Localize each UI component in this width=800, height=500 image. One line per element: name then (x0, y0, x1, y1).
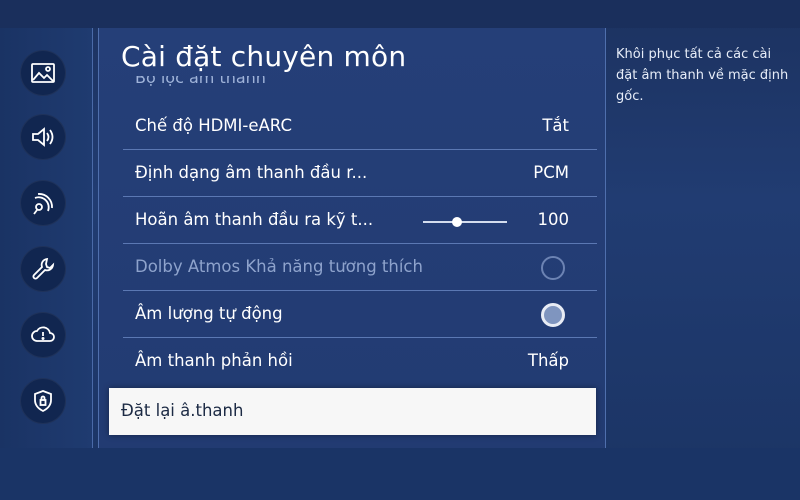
menu-item-label: Dolby Atmos Khả năng tương thích (135, 257, 423, 276)
broadcasting-icon[interactable] (20, 180, 66, 226)
bottom-band (0, 448, 800, 500)
cloud-support-icon[interactable] (20, 312, 66, 358)
menu-item-label: Đặt lại â.thanh (121, 401, 244, 420)
slider-knob[interactable] (451, 217, 462, 227)
top-band (0, 0, 800, 28)
auto-volume-toggle[interactable] (541, 303, 565, 327)
menu-item-label: Hoãn âm thanh đầu ra kỹ t... (135, 210, 374, 229)
menu-item-reset-sound[interactable]: Đặt lại â.thanh (109, 388, 596, 435)
help-description: Khôi phục tất cả các cài đặt âm thanh về… (616, 47, 789, 104)
menu-item-value: Thấp (527, 351, 569, 370)
menu-item-dolby-atmos: Dolby Atmos Khả năng tương thích (123, 245, 597, 291)
tv-settings-screen: Cài đặt chuyên môn Bộ lọc âm thanh Chế đ… (0, 0, 800, 500)
menu-item-value: Tắt (542, 116, 569, 135)
menu-item-sound-feedback[interactable]: Âm thanh phản hồi Thấp (123, 339, 597, 385)
menu-item-audio-format[interactable]: Định dạng âm thanh đầu r... PCM (123, 151, 597, 197)
partial-menu-item: Bộ lọc âm thanh (135, 76, 266, 87)
sound-icon[interactable] (20, 114, 66, 160)
wrench-icon[interactable] (20, 246, 66, 292)
menu-item-label: Chế độ HDMI-eARC (135, 116, 292, 135)
menu-item-label: Âm thanh phản hồi (135, 351, 293, 370)
menu-item-auto-volume[interactable]: Âm lượng tự động (123, 292, 597, 338)
menu-item-value: 100 (537, 210, 570, 229)
menu-item-label: Định dạng âm thanh đầu r... (135, 163, 368, 182)
settings-sidebar (0, 28, 93, 448)
dolby-atmos-toggle (541, 256, 565, 280)
menu-item-hdmi-earc[interactable]: Chế độ HDMI-eARC Tắt (123, 104, 597, 150)
menu-item-audio-delay[interactable]: Hoãn âm thanh đầu ra kỹ t... 100 (123, 198, 597, 244)
audio-delay-slider[interactable] (423, 217, 507, 227)
picture-icon[interactable] (20, 50, 66, 96)
page-title: Cài đặt chuyên môn (121, 40, 407, 73)
shield-icon[interactable] (20, 378, 66, 424)
expert-settings-panel: Cài đặt chuyên môn Bộ lọc âm thanh Chế đ… (98, 28, 606, 448)
menu-item-label: Âm lượng tự động (135, 304, 283, 323)
menu-item-value: PCM (533, 163, 569, 182)
